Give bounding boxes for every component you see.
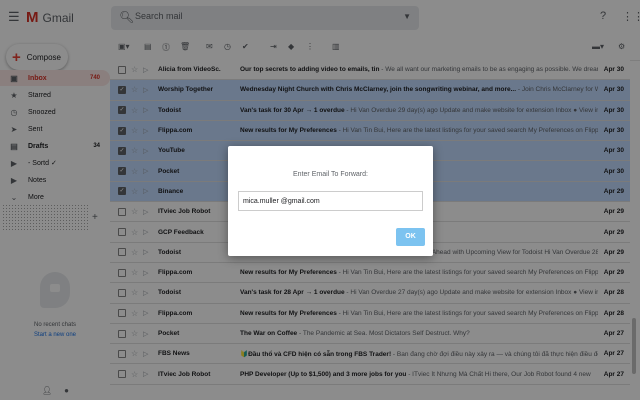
forward-email-input[interactable]: mica.muller @gmail.com — [238, 191, 423, 211]
ok-button[interactable]: OK — [396, 228, 425, 246]
dialog-title: Enter Email To Forward: — [293, 171, 368, 178]
forward-email-dialog: Enter Email To Forward: mica.muller @gma… — [228, 146, 433, 256]
